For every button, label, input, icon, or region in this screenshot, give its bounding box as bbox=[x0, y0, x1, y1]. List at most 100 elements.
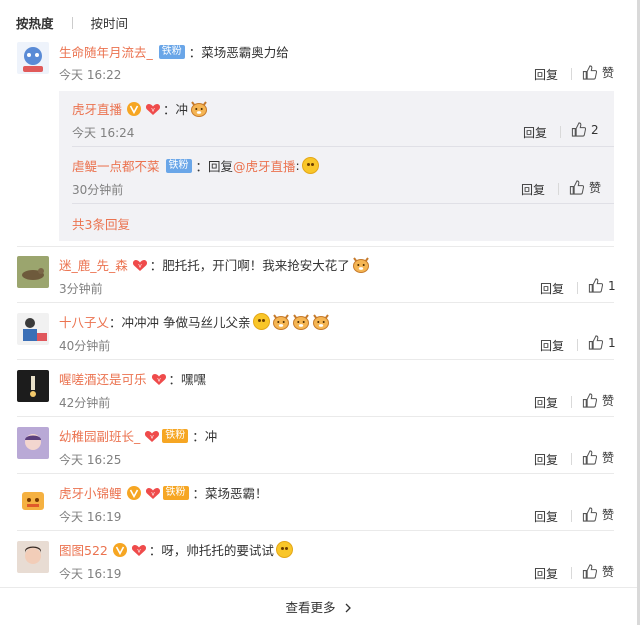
sort-by-hot-tab[interactable]: 按热度 bbox=[16, 13, 54, 32]
avatar[interactable] bbox=[17, 256, 49, 288]
thumbs-up-icon bbox=[571, 122, 586, 137]
fans-badge: 铁粉 bbox=[162, 428, 189, 443]
comment-time: 今天 16:19 bbox=[59, 567, 122, 581]
comment-username[interactable]: 虎牙小锦鲤 bbox=[59, 483, 122, 502]
avatar[interactable] bbox=[17, 370, 49, 402]
reply-button[interactable]: 回复 bbox=[534, 451, 558, 468]
divider bbox=[17, 302, 614, 303]
sort-divider bbox=[71, 16, 73, 29]
action-divider bbox=[577, 282, 578, 294]
reply-button[interactable]: 回复 bbox=[540, 337, 564, 354]
divider bbox=[17, 530, 614, 531]
avatar[interactable] bbox=[17, 313, 49, 345]
avatar[interactable] bbox=[17, 541, 49, 573]
thumbs-up-icon bbox=[582, 564, 597, 579]
like-button[interactable]: 1 bbox=[588, 278, 616, 293]
action-divider bbox=[560, 126, 561, 138]
reply-button[interactable]: 回复 bbox=[534, 66, 558, 83]
action-divider bbox=[571, 396, 572, 408]
reply-item: 虎牙直播 v ：冲 bbox=[72, 99, 208, 118]
like-button[interactable]: 赞 bbox=[582, 64, 614, 81]
dog-emoji-icon bbox=[292, 313, 310, 330]
thumbs-up-icon bbox=[588, 278, 603, 293]
like-button[interactable]: 赞 bbox=[582, 449, 614, 466]
comment-username[interactable]: 生命随年月流去_ bbox=[59, 42, 153, 61]
sort-bar: 按热度 按时间 bbox=[16, 13, 128, 32]
avatar[interactable] bbox=[17, 427, 49, 459]
fans-badge: 铁粉 bbox=[165, 158, 192, 173]
comment-username[interactable]: 喔嗟酒还是可乐 bbox=[59, 369, 147, 388]
dog-emoji-icon bbox=[312, 313, 330, 330]
divider bbox=[17, 473, 614, 474]
divider bbox=[17, 359, 614, 360]
like-button[interactable]: 赞 bbox=[582, 392, 614, 409]
comment-username[interactable]: 迷_鹿_先_森 bbox=[59, 255, 128, 274]
like-count: 赞 bbox=[602, 451, 615, 465]
thumbs-up-icon bbox=[582, 507, 597, 522]
vip-heart-icon: v bbox=[145, 103, 161, 115]
smirk-emoji-icon bbox=[275, 541, 293, 558]
more-replies-link[interactable]: 共3条回复 bbox=[72, 214, 130, 233]
fans-badge: 铁粉 bbox=[162, 485, 189, 500]
like-button[interactable]: 赞 bbox=[582, 563, 614, 580]
like-button[interactable]: 赞 bbox=[582, 506, 614, 523]
reply-time: 30分钟前 bbox=[72, 183, 124, 197]
comment-text: ：肥托托，开门啊！我来抢安大花了 bbox=[149, 258, 350, 273]
like-button[interactable]: 1 bbox=[588, 335, 616, 350]
svg-text:v: v bbox=[157, 376, 161, 383]
vip-heart-icon: v bbox=[145, 430, 160, 442]
reply-prefix: ：回复 bbox=[195, 159, 234, 174]
reply-button[interactable]: 回复 bbox=[534, 565, 558, 582]
like-count: 赞 bbox=[589, 181, 602, 195]
action-divider bbox=[571, 567, 572, 579]
peace-emoji-icon bbox=[301, 157, 319, 174]
comment-text: ：嘿嘿 bbox=[168, 372, 207, 387]
avatar[interactable] bbox=[17, 42, 49, 74]
thumbs-up-icon bbox=[588, 335, 603, 350]
replies-panel: 虎牙直播 v ：冲 今天 16:24 回复 2 虐鳀一点都不菜 铁粉 ：回复 @… bbox=[59, 91, 614, 241]
reply-username[interactable]: 虎牙直播 bbox=[72, 99, 122, 118]
like-count: 2 bbox=[591, 122, 599, 137]
fans-badge: 铁粉 bbox=[158, 44, 185, 59]
vip-heart-icon: v bbox=[132, 259, 147, 271]
like-count: 赞 bbox=[602, 394, 615, 408]
comment-time: 今天 16:19 bbox=[59, 510, 122, 524]
dog-emoji-icon bbox=[190, 100, 208, 117]
comment-text: ：冲冲冲 争做马丝儿父亲 bbox=[109, 315, 251, 330]
like-button[interactable]: 2 bbox=[571, 122, 599, 137]
like-count: 1 bbox=[608, 335, 616, 350]
grin-emoji-icon bbox=[252, 313, 270, 330]
reply-time: 今天 16:24 bbox=[72, 126, 135, 140]
svg-text:v: v bbox=[151, 106, 155, 113]
thumbs-up-icon bbox=[582, 393, 597, 408]
reply-mention-link[interactable]: @虎牙直播 bbox=[233, 156, 296, 175]
divider bbox=[72, 203, 614, 204]
comment-username[interactable]: 幼稚园副班长_ bbox=[59, 426, 140, 445]
action-divider bbox=[577, 339, 578, 351]
svg-text:v: v bbox=[151, 490, 155, 497]
reply-button[interactable]: 回复 bbox=[540, 280, 564, 297]
vip-heart-icon: v bbox=[131, 544, 146, 556]
reply-button[interactable]: 回复 bbox=[523, 124, 547, 141]
dog-emoji-icon bbox=[352, 256, 370, 273]
thumbs-up-icon bbox=[582, 65, 597, 80]
action-divider bbox=[571, 68, 572, 80]
see-more-link[interactable]: 查看更多 bbox=[0, 597, 637, 616]
thumbs-up-icon bbox=[569, 180, 584, 195]
reply-button[interactable]: 回复 bbox=[534, 508, 558, 525]
divider bbox=[0, 587, 637, 588]
avatar[interactable] bbox=[17, 484, 49, 516]
sort-by-time-tab[interactable]: 按时间 bbox=[91, 13, 129, 32]
comment-username[interactable]: 十八子乂 bbox=[59, 312, 109, 331]
comment-username[interactable]: 图图522 bbox=[59, 540, 108, 559]
svg-text:v: v bbox=[137, 547, 141, 554]
reply-button[interactable]: 回复 bbox=[521, 181, 545, 198]
reply-button[interactable]: 回复 bbox=[534, 394, 558, 411]
reply-item: 虐鳀一点都不菜 铁粉 ：回复 @虎牙直播 : bbox=[72, 156, 319, 175]
comment-time: 40分钟前 bbox=[59, 339, 111, 353]
comment-time: 今天 16:25 bbox=[59, 453, 122, 467]
like-count: 赞 bbox=[602, 508, 615, 522]
reply-username[interactable]: 虐鳀一点都不菜 bbox=[72, 156, 160, 175]
comment-text: ：呀，帅托托的要试试 bbox=[148, 543, 274, 558]
like-button[interactable]: 赞 bbox=[569, 179, 601, 196]
